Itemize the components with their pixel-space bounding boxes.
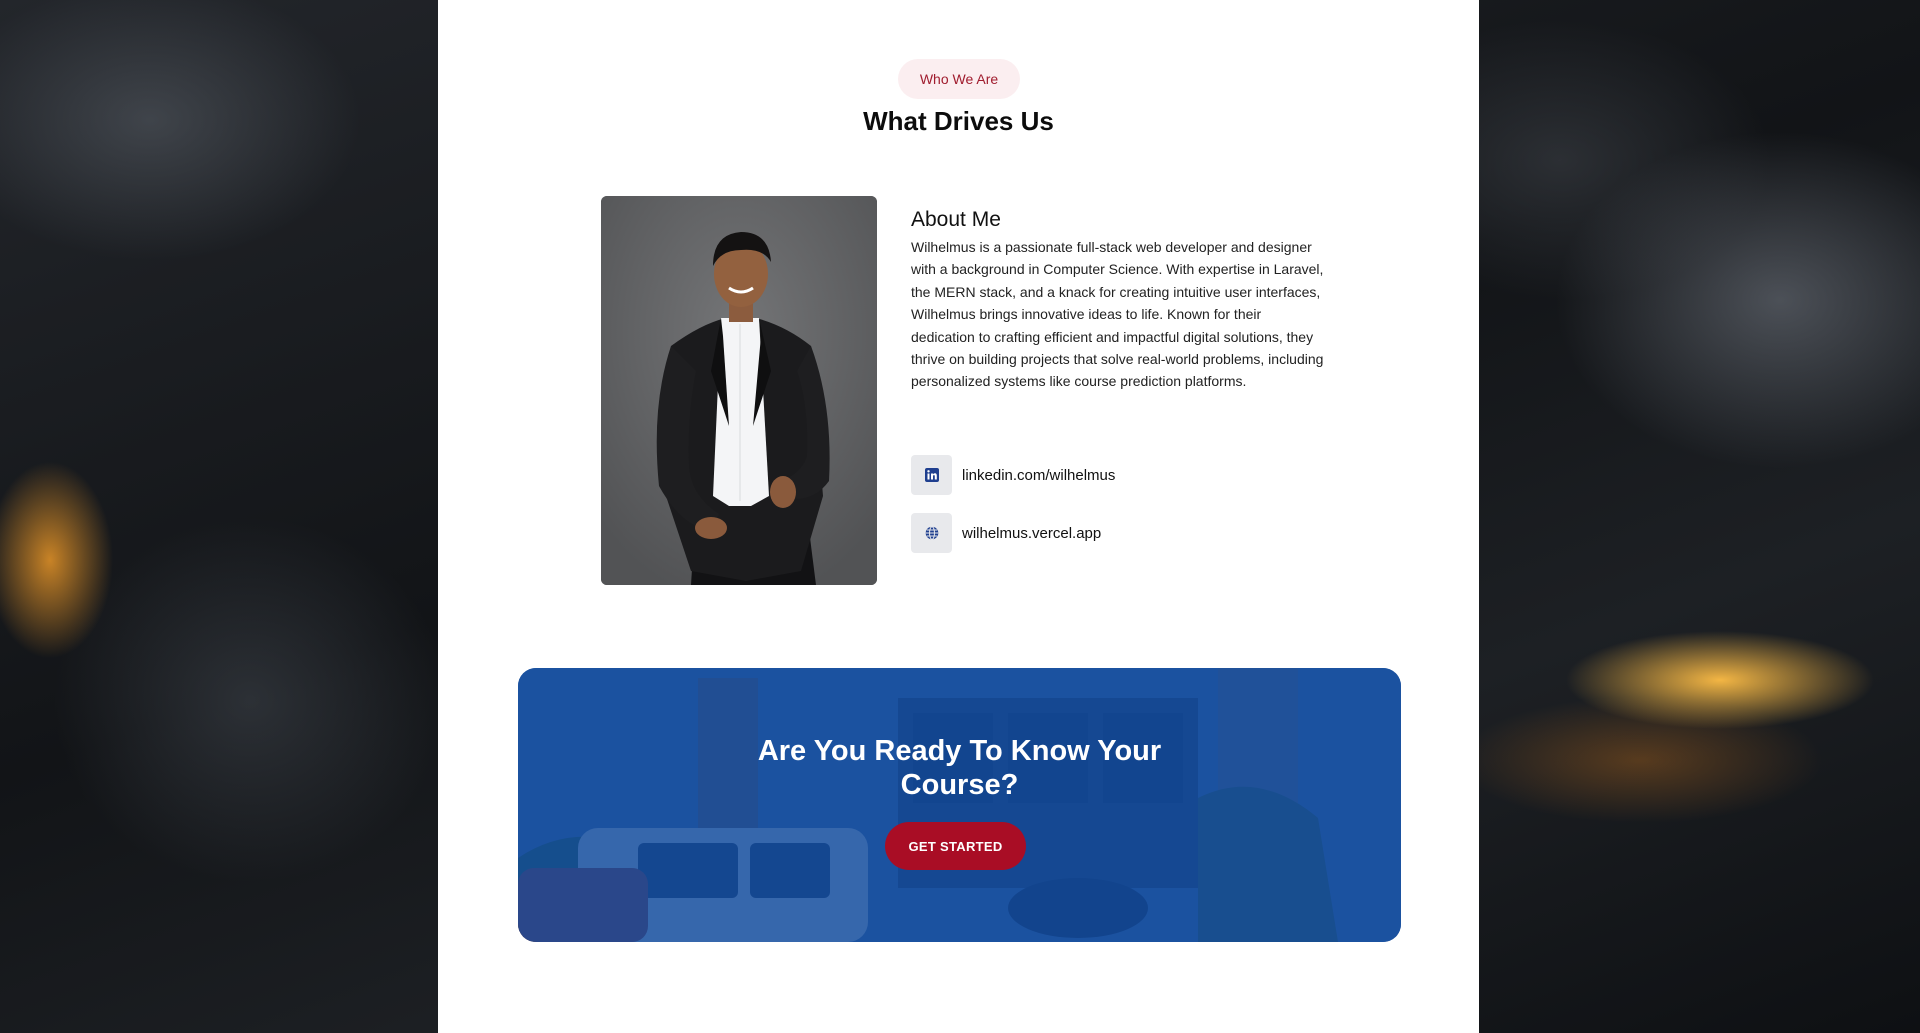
globe-icon [911, 513, 952, 553]
linkedin-contact-text: linkedin.com/wilhelmus [962, 466, 1116, 484]
linkedin-icon [911, 455, 952, 495]
cta-heading: Are You Ready To Know Your Course? [757, 735, 1162, 801]
about-me-text: Wilhelmus is a passionate full-stack web… [911, 239, 1324, 390]
linkedin-contact-link[interactable]: linkedin.com/wilhelmus [911, 455, 1115, 495]
section-title: What Drives Us [863, 106, 1054, 136]
cta-blue-overlay [518, 668, 1401, 942]
profile-photo [601, 196, 877, 585]
about-me-heading: About Me [911, 208, 1001, 231]
main-content: Who We Are What Drives Us About Me Wilhe… [438, 0, 1479, 1033]
call-to-action-banner: Are You Ready To Know Your Course? GET S… [518, 668, 1401, 942]
website-contact-text: wilhelmus.vercel.app [962, 524, 1102, 542]
about-me-block: About Me Wilhelmus is a passionate full-… [911, 208, 1326, 393]
person-portrait-image [601, 196, 877, 585]
get-started-button[interactable]: GET STARTED [885, 822, 1026, 870]
section-eyebrow-badge: Who We Are [898, 59, 1020, 99]
website-contact-link[interactable]: wilhelmus.vercel.app [911, 513, 1101, 553]
